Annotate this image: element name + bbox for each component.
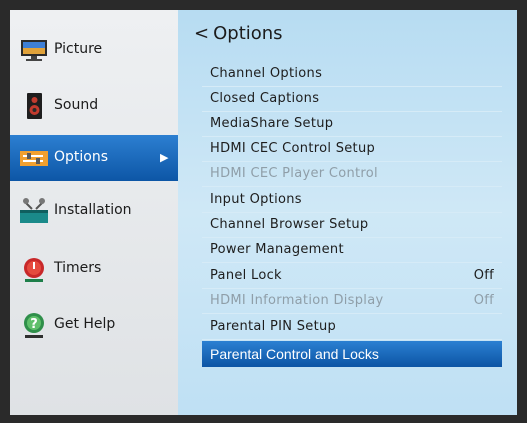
alarm-clock-icon	[18, 253, 50, 285]
sidebar-item-sound[interactable]: Sound	[10, 83, 178, 129]
menu-item-label: HDMI CEC Control Setup	[210, 141, 376, 156]
menu-item-closed-captions[interactable]: Closed Captions	[202, 86, 502, 112]
menu-item-input-options[interactable]: Input Options	[202, 187, 502, 213]
menu-item-value: Off	[473, 268, 494, 283]
speaker-icon	[18, 90, 50, 122]
sidebar-item-timers[interactable]: Timers	[10, 246, 178, 292]
sidebar-item-label: Timers	[54, 260, 102, 276]
options-panel: < Options Channel Options Closed Captions…	[178, 10, 517, 415]
menu-item-channel-browser-setup[interactable]: Channel Browser Setup	[202, 212, 502, 238]
menu-item-mediashare-setup[interactable]: MediaShare Setup	[202, 111, 502, 137]
monitor-icon	[18, 34, 50, 66]
submenu-arrow-icon: ▶	[160, 151, 169, 164]
menu-item-label: Closed Captions	[210, 91, 320, 106]
sidebar-item-label: Sound	[54, 97, 99, 113]
sidebar-item-get-help[interactable]: ? Get Help	[10, 302, 178, 348]
menu-item-label: HDMI Information Display	[210, 293, 384, 308]
page-title[interactable]: < Options	[194, 23, 283, 44]
menu-item-panel-lock[interactable]: Panel Lock Off	[202, 263, 502, 289]
help-icon: ?	[18, 309, 50, 341]
back-chevron-icon[interactable]: <	[194, 23, 209, 44]
page-title-text: Options	[213, 23, 283, 44]
sidebar-item-label: Installation	[54, 202, 132, 218]
menu-item-label: Channel Options	[210, 66, 323, 81]
menu-item-label: Input Options	[210, 192, 302, 207]
menu-item-value: Off	[473, 293, 494, 308]
sidebar-item-label: Get Help	[54, 316, 116, 332]
sliders-icon	[18, 142, 50, 174]
menu-item-label: MediaShare Setup	[210, 116, 334, 131]
menu-item-label: HDMI CEC Player Control	[210, 166, 378, 181]
menu-item-label: Channel Browser Setup	[210, 217, 369, 232]
menu-item-power-management[interactable]: Power Management	[202, 237, 502, 263]
sidebar-item-picture[interactable]: Picture	[10, 27, 178, 73]
menu-item-channel-options[interactable]: Channel Options	[202, 61, 502, 87]
satellite-dish-icon	[18, 195, 50, 227]
svg-text:?: ?	[30, 317, 38, 332]
sidebar-item-installation[interactable]: Installation	[10, 188, 178, 234]
menu-item-hdmi-cec-player-control: HDMI CEC Player Control	[202, 161, 502, 187]
menu-item-hdmi-cec-control-setup[interactable]: HDMI CEC Control Setup	[202, 136, 502, 162]
tv-screen: Picture Sound Options ▶ Installation Tim…	[10, 10, 517, 415]
sidebar-item-options[interactable]: Options ▶	[10, 135, 178, 181]
sidebar-item-label: Options	[54, 149, 109, 165]
sidebar: Picture Sound Options ▶ Installation Tim…	[10, 10, 178, 415]
menu-item-hdmi-information-display: HDMI Information Display Off	[202, 288, 502, 314]
menu-item-label: Power Management	[210, 242, 344, 257]
menu-item-parental-pin-setup[interactable]: Parental PIN Setup	[202, 314, 502, 340]
menu-item-parental-control-and-locks[interactable]: Parental Control and Locks	[202, 341, 502, 367]
sidebar-item-label: Picture	[54, 41, 103, 57]
menu-item-label: Panel Lock	[210, 268, 282, 283]
menu-item-label: Parental PIN Setup	[210, 319, 337, 334]
menu-item-label: Parental Control and Locks	[210, 346, 379, 362]
